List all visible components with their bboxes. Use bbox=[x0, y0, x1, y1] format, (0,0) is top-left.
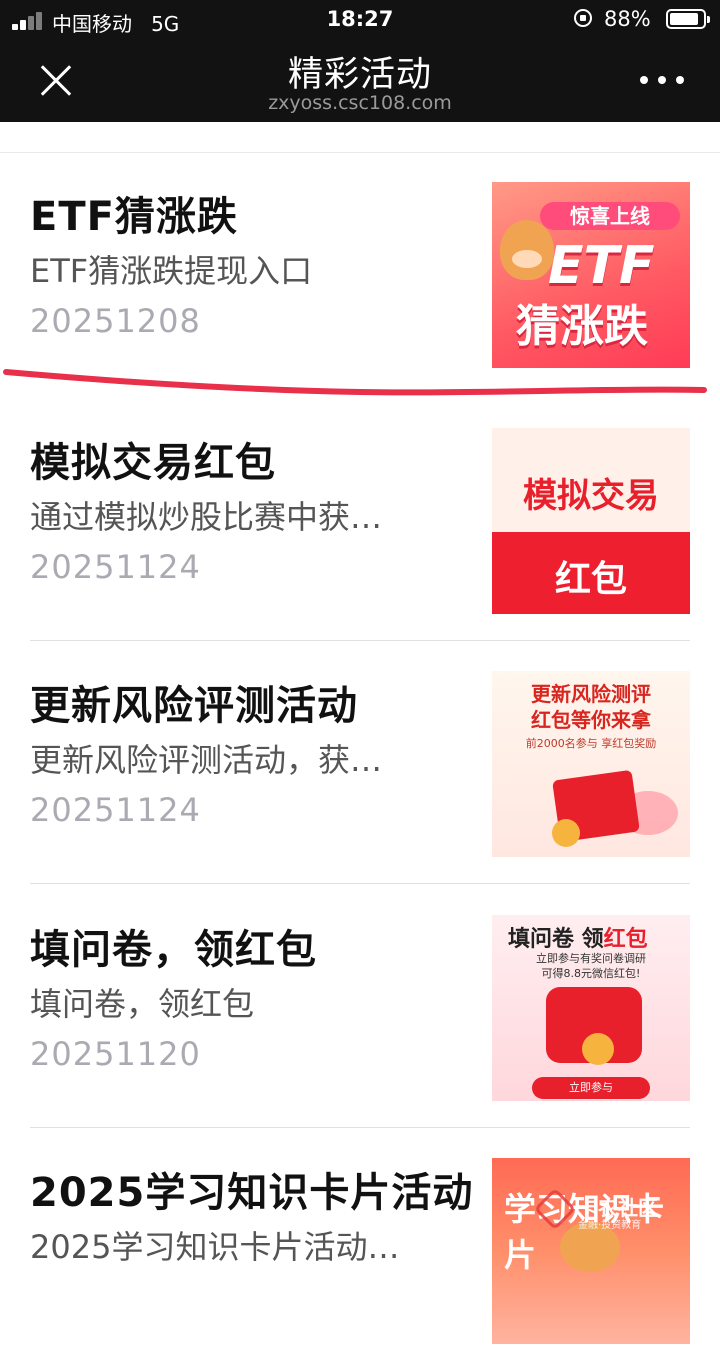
thumb-line1: 更新风险测评 红包等你来拿 bbox=[531, 682, 651, 732]
item-date: 20251124 bbox=[30, 548, 201, 586]
item-thumbnail: 惊喜上线 ETF 猜涨跌 bbox=[492, 182, 690, 368]
item-title: 填问卷，领红包 bbox=[30, 927, 317, 973]
item-title: 2025学习知识卡片活动 bbox=[30, 1170, 474, 1216]
item-date: 20251124 bbox=[30, 791, 201, 829]
thumb-line2: 红包 bbox=[554, 559, 627, 600]
item-thumbnail: 模拟交易 红包 bbox=[492, 428, 690, 614]
list-item-survey[interactable]: 填问卷，领红包 填问卷，领红包 20251120 填问卷 领红包 立即参与有奖问… bbox=[0, 885, 720, 1128]
item-desc: 填问卷，领红包 bbox=[30, 985, 255, 1023]
coin-image bbox=[582, 1033, 614, 1065]
divider bbox=[30, 883, 690, 884]
list-item-sim-trading[interactable]: 模拟交易红包 通过模拟炒股比赛中获… 20251124 模拟交易 红包 bbox=[0, 398, 720, 641]
coin-image bbox=[552, 819, 580, 847]
top-bar: 中国移动 5G 18:27 88% 精彩活动 zxyoss.csc108.com bbox=[0, 0, 720, 122]
list-item-etf[interactable]: ETF猜涨跌 ETF猜涨跌提现入口 20251208 惊喜上线 ETF 猜涨跌 bbox=[0, 152, 720, 395]
watermark: 卡农社区 金融·投资教育 bbox=[533, 1187, 660, 1231]
battery-percent: 88% bbox=[604, 7, 651, 31]
thumb-line1: ETF bbox=[548, 236, 655, 296]
item-title: 模拟交易红包 bbox=[30, 440, 276, 486]
list-item-risk-assessment[interactable]: 更新风险评测活动 更新风险评测活动，获… 20251124 更新风险测评 红包等你… bbox=[0, 641, 720, 884]
item-thumbnail: 更新风险测评 红包等你来拿 前2000名参与 享红包奖励 bbox=[492, 671, 690, 857]
page-title: 精彩活动 bbox=[287, 55, 432, 95]
thumb-cta: 立即参与 bbox=[532, 1077, 650, 1099]
battery-icon bbox=[666, 9, 710, 29]
page-url: zxyoss.csc108.com bbox=[268, 92, 452, 114]
item-title: ETF猜涨跌 bbox=[30, 194, 238, 240]
item-desc: 更新风险评测活动，获… bbox=[30, 741, 383, 779]
mascot-image bbox=[500, 220, 554, 280]
item-title: 更新风险评测活动 bbox=[30, 683, 358, 729]
item-thumbnail: 学习知识卡片 bbox=[492, 1158, 690, 1344]
orientation-lock-icon bbox=[574, 9, 592, 27]
thumb-line2: 立即参与有奖问卷调研 可得8.8元微信红包! bbox=[536, 952, 646, 980]
watermark-logo-icon bbox=[533, 1187, 577, 1231]
item-date: 20251208 bbox=[30, 302, 201, 340]
item-date: 20251120 bbox=[30, 1035, 201, 1073]
thumb-line1: 模拟交易 bbox=[523, 476, 659, 516]
more-icon[interactable] bbox=[636, 70, 688, 94]
thumb-badge: 惊喜上线 bbox=[540, 202, 680, 230]
thumb-line2: 猜涨跌 bbox=[516, 301, 648, 352]
thumb-line2: 前2000名参与 享红包奖励 bbox=[525, 737, 657, 750]
item-desc: 2025学习知识卡片活动… bbox=[30, 1228, 400, 1266]
list-item-knowledge-cards[interactable]: 2025学习知识卡片活动 2025学习知识卡片活动… 学习知识卡片 bbox=[0, 1128, 720, 1371]
thumb-line1: 填问卷 领红包 bbox=[508, 927, 648, 952]
item-thumbnail: 填问卷 领红包 立即参与有奖问卷调研 可得8.8元微信红包! 立即参与 bbox=[492, 915, 690, 1101]
item-desc: 通过模拟炒股比赛中获… bbox=[30, 498, 383, 536]
item-desc: ETF猜涨跌提现入口 bbox=[30, 252, 313, 290]
status-bar: 中国移动 5G 18:27 88% bbox=[0, 0, 720, 40]
